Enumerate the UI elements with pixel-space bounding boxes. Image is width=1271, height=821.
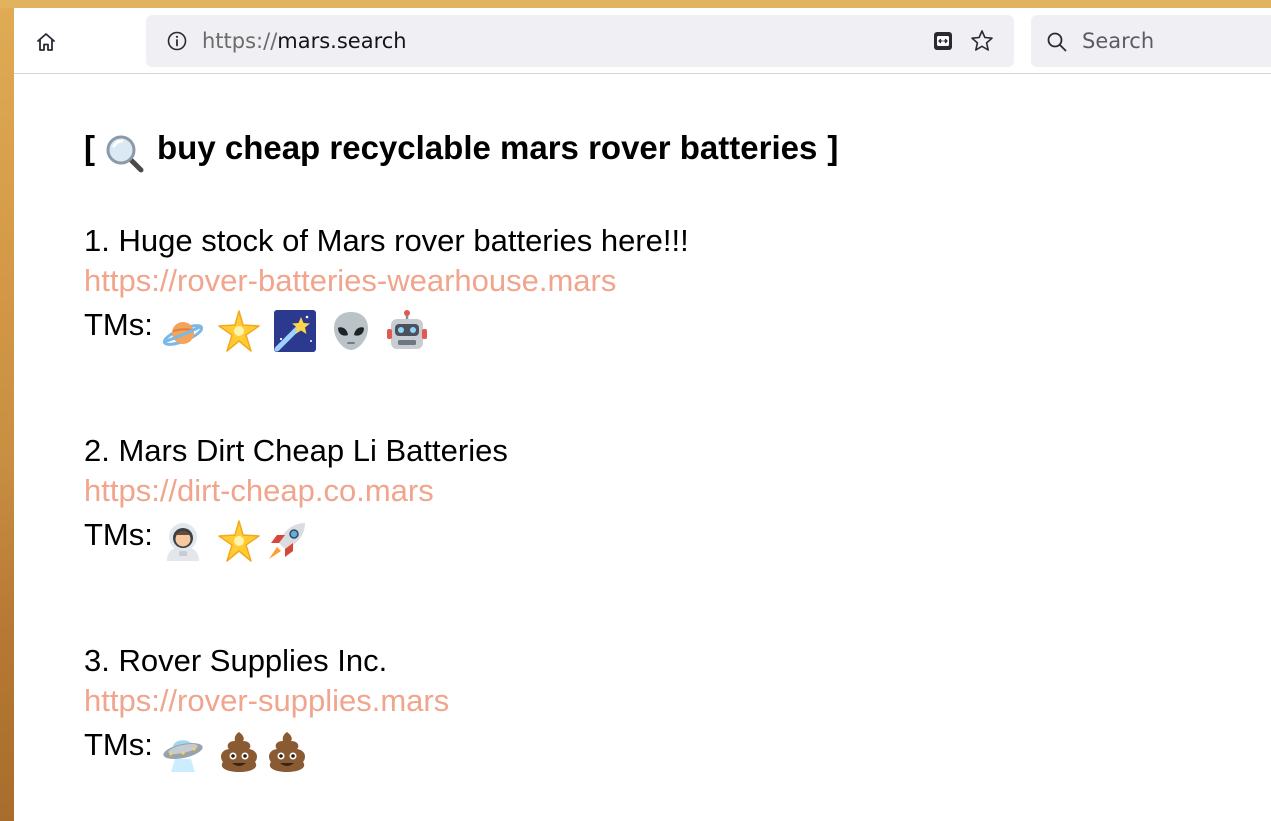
result-tms: TMs: (84, 301, 1184, 352)
search-bar[interactable]: Search (1031, 15, 1271, 67)
browser-toolbar: https://mars.search Search (14, 8, 1271, 74)
result-title[interactable]: 3. Rover Supplies Inc. (84, 641, 1184, 681)
glowing-star-icon (218, 310, 260, 352)
ringed-planet-icon (162, 322, 204, 346)
info-icon[interactable] (166, 30, 188, 52)
pile-of-poo-icon (220, 732, 257, 772)
query-close-bracket: ] (827, 129, 839, 166)
search-icon (1047, 32, 1067, 52)
result-link[interactable]: https://rover-batteries-wearhouse.mars (84, 261, 1184, 301)
url-scheme: https:// (202, 29, 278, 53)
result-tms: TMs: (84, 511, 1184, 562)
browser-window: https://mars.search Search [buy cheap r… (14, 8, 1271, 821)
robot-icon (386, 310, 427, 349)
result-title[interactable]: 2. Mars Dirt Cheap Li Batteries (84, 431, 1184, 471)
glowing-star-icon (218, 520, 260, 562)
search-result: 3. Rover Supplies Inc. https://rover-sup… (84, 641, 1184, 772)
search-result: 1. Huge stock of Mars rover batteries he… (84, 221, 1184, 352)
reader-view-icon[interactable] (932, 30, 954, 52)
result-tms: TMs: (84, 721, 1184, 772)
home-button[interactable] (32, 28, 60, 56)
query-open-bracket: [ (84, 129, 95, 166)
desktop-background-top (0, 0, 1271, 8)
tms-label: TMs: (84, 517, 153, 552)
rocket-icon (268, 523, 305, 559)
bookmark-star-icon[interactable] (969, 28, 995, 54)
shooting-star-icon (273, 310, 316, 352)
tms-label: TMs: (84, 307, 153, 342)
pile-of-poo-icon (268, 732, 305, 772)
alien-icon (333, 312, 368, 350)
tms-label: TMs: (84, 727, 153, 762)
url-host: mars.search (277, 29, 407, 53)
result-title[interactable]: 1. Huge stock of Mars rover batteries he… (84, 221, 1184, 261)
url-text[interactable]: https://mars.search (202, 28, 407, 54)
home-icon (37, 33, 55, 51)
query-text: buy cheap recyclable mars rover batterie… (157, 129, 818, 166)
address-bar[interactable]: https://mars.search (146, 15, 1014, 67)
flying-saucer-icon (163, 740, 203, 772)
page-content: [ buy cheap recyclable mars rover batter… (84, 126, 1234, 772)
astronaut-icon (166, 523, 199, 561)
result-link[interactable]: https://dirt-cheap.co.mars (84, 471, 1184, 511)
result-link[interactable]: https://rover-supplies.mars (84, 681, 1184, 721)
magnifying-glass-icon (106, 135, 144, 173)
desktop-background-left (0, 8, 14, 821)
search-placeholder: Search (1082, 29, 1155, 53)
search-query-heading: [ buy cheap recyclable mars rover batter… (84, 126, 1234, 173)
search-result: 2. Mars Dirt Cheap Li Batteries https://… (84, 431, 1184, 562)
